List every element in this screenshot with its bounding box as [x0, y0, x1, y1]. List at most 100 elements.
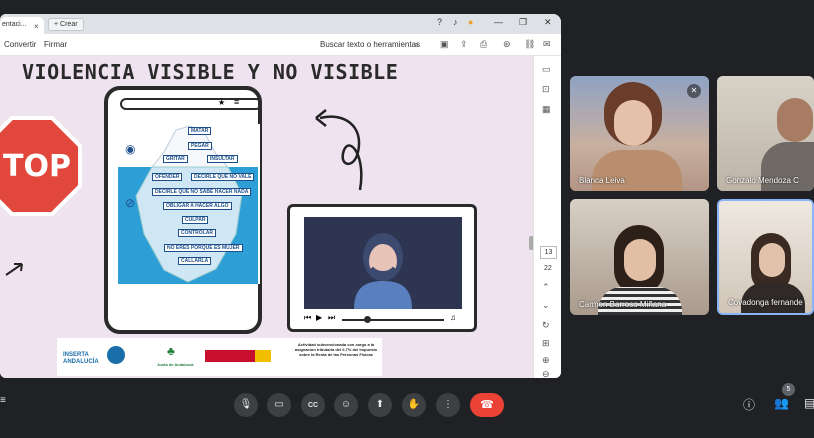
- present-button[interactable]: ⬆: [368, 393, 392, 417]
- zoom-in-icon[interactable]: ⊕: [542, 355, 550, 366]
- junta-logo: Junta de Andalucía: [157, 362, 194, 367]
- participant-tile[interactable]: Gonzalo Mendoza C: [717, 76, 814, 191]
- participant-tile-active[interactable]: Covadonga fernande: [717, 199, 814, 315]
- raise-hand-button[interactable]: ✋: [402, 393, 426, 417]
- star-icon: ★: [218, 98, 226, 107]
- search-icon[interactable]: ⌕: [414, 39, 419, 50]
- emoji-icon: ☺: [340, 399, 352, 410]
- overflow-icon[interactable]: ≡: [0, 395, 6, 406]
- video-player-illustration: ⏮ ▶ ⏭ ♫: [287, 204, 477, 332]
- participant-face: [777, 98, 813, 142]
- participant-face: [614, 100, 652, 146]
- iceberg-label: GRITAR: [163, 155, 188, 163]
- iceberg-label: CONTROLAR: [178, 229, 216, 237]
- participant-name: Blanca Leiva: [579, 176, 625, 185]
- prev-icon: ⏮: [304, 313, 312, 322]
- print-icon[interactable]: ⎙: [480, 39, 487, 50]
- participant-face: [759, 243, 785, 277]
- upload-icon[interactable]: ⇪: [460, 39, 468, 50]
- inserta-logo-mark: [107, 346, 125, 364]
- iceberg-label: CULPAR: [182, 216, 209, 224]
- next-icon: ⏭: [328, 313, 336, 322]
- bookmark-icon[interactable]: ⊡: [542, 84, 550, 95]
- iceberg-label: OFENDER: [152, 173, 183, 181]
- chevron-down-icon[interactable]: ⌄: [542, 300, 550, 311]
- volume-icon: ♫: [450, 313, 456, 322]
- end-call-button[interactable]: ☎: [470, 393, 504, 417]
- bell-icon[interactable]: ♪: [453, 17, 458, 27]
- iceberg-label: NO ERES PORQUE ES MUJER: [164, 244, 243, 252]
- address-bar: [120, 98, 262, 110]
- help-icon[interactable]: ?: [437, 17, 442, 27]
- search-input[interactable]: Buscar texto o herramientas: [320, 40, 420, 49]
- mic-off-icon: ✕: [687, 84, 701, 98]
- more-options-button[interactable]: ⋮: [436, 393, 460, 417]
- iceberg-label: DECIRLE QUE NO SABE HACER NADA: [152, 188, 252, 196]
- participant-face: [624, 239, 656, 281]
- save-icon[interactable]: ▣: [440, 39, 449, 50]
- browser-tab[interactable]: entaci... ×: [0, 17, 44, 34]
- participant-count-badge: 5: [782, 383, 795, 396]
- silenced-woman-icon: [354, 233, 412, 309]
- spain-flag-mark: [255, 350, 271, 362]
- eye-icon: ◉: [125, 142, 136, 156]
- iceberg-label: CALLARLA: [178, 257, 212, 265]
- comment-icon[interactable]: ▭: [542, 64, 551, 75]
- close-window-button[interactable]: ✕: [544, 17, 552, 28]
- more-vert-icon: ⋮: [443, 399, 453, 410]
- convert-button[interactable]: Convertir: [4, 40, 36, 49]
- new-tab-label: Crear: [60, 21, 78, 28]
- iceberg-label: MATAR: [188, 127, 212, 135]
- tab-close-icon[interactable]: ×: [34, 22, 39, 31]
- people-icon[interactable]: 👥: [774, 396, 789, 410]
- menu-icon: ≡: [234, 97, 240, 107]
- refresh-icon[interactable]: ↻: [542, 320, 550, 331]
- progress-knob: [364, 316, 371, 323]
- mic-button[interactable]: 🎙: [234, 393, 258, 417]
- page-total: 22: [544, 265, 552, 272]
- mail-icon[interactable]: ✉: [543, 39, 551, 50]
- chevron-up-icon[interactable]: ⌃: [542, 282, 550, 293]
- junta-logo-icon: ♣: [167, 344, 175, 358]
- participant-name: Covadonga fernande: [728, 298, 803, 307]
- spain-gov-logo: [205, 350, 255, 362]
- pdf-toolbar: Convertir Firmar Buscar texto o herramie…: [0, 34, 561, 56]
- emoji-button[interactable]: ☺: [334, 393, 358, 417]
- participant-name: Gonzalo Mendoza C: [726, 176, 799, 185]
- mic-icon: 🎙: [239, 399, 253, 410]
- play-icon: ▶: [316, 313, 323, 322]
- link-icon[interactable]: ⛓: [524, 39, 535, 50]
- info-icon[interactable]: ⓘ: [743, 396, 755, 413]
- avatar[interactable]: ●: [468, 17, 473, 27]
- iceberg-screen: ◉ ⊘ MATAR PEGAR GRITAR INSULTAR OFENDER DECIR…: [118, 124, 260, 284]
- phone-hangup-icon: ☎: [480, 399, 494, 411]
- grid-icon[interactable]: ▦: [542, 104, 551, 115]
- progress-track: [342, 319, 444, 321]
- funding-note: Actividad subvencionada con cargo a la a…: [294, 342, 378, 357]
- curly-arrow-icon: [315, 109, 363, 191]
- tab-title: entaci...: [2, 21, 27, 28]
- camera-button[interactable]: ▭: [267, 393, 291, 417]
- camera-icon: ▭: [274, 399, 284, 410]
- video-controls: ⏮ ▶ ⏭ ♫: [304, 313, 462, 325]
- video-screen: [304, 217, 462, 309]
- zoom-out-icon[interactable]: ⊖: [542, 369, 550, 378]
- share-icon[interactable]: ⊛: [503, 39, 511, 50]
- minimize-button[interactable]: —: [494, 17, 503, 27]
- arrow-icon: [5, 263, 23, 276]
- slide-title: VIOLENCIA VISIBLE Y NO VISIBLE: [22, 60, 399, 84]
- fit-page-icon[interactable]: ⊞: [542, 338, 550, 349]
- chat-icon[interactable]: ▤: [804, 396, 814, 410]
- iceberg-label: INSULTAR: [207, 155, 238, 163]
- iceberg-label: PEGAR: [188, 142, 212, 150]
- page-number-input[interactable]: 13: [540, 246, 557, 259]
- meet-stage: entaci... × + Crear ? ♪ ● — ❐ ✕ Converti…: [0, 0, 814, 438]
- sign-button[interactable]: Firmar: [44, 40, 67, 49]
- participant-tile[interactable]: Carmen Barroso Miñana: [570, 199, 709, 315]
- participant-tile[interactable]: ✕ Blanca Leiva: [570, 76, 709, 191]
- captions-button[interactable]: CC: [301, 393, 325, 417]
- phone-illustration: ★ ≡ ◉ ⊘ MATAR PEGAR GRITAR INSULTAR OFENDER D…: [104, 86, 262, 334]
- new-tab-button[interactable]: + Crear: [48, 18, 84, 31]
- stop-text: TOP: [3, 149, 71, 184]
- maximize-button[interactable]: ❐: [519, 17, 527, 28]
